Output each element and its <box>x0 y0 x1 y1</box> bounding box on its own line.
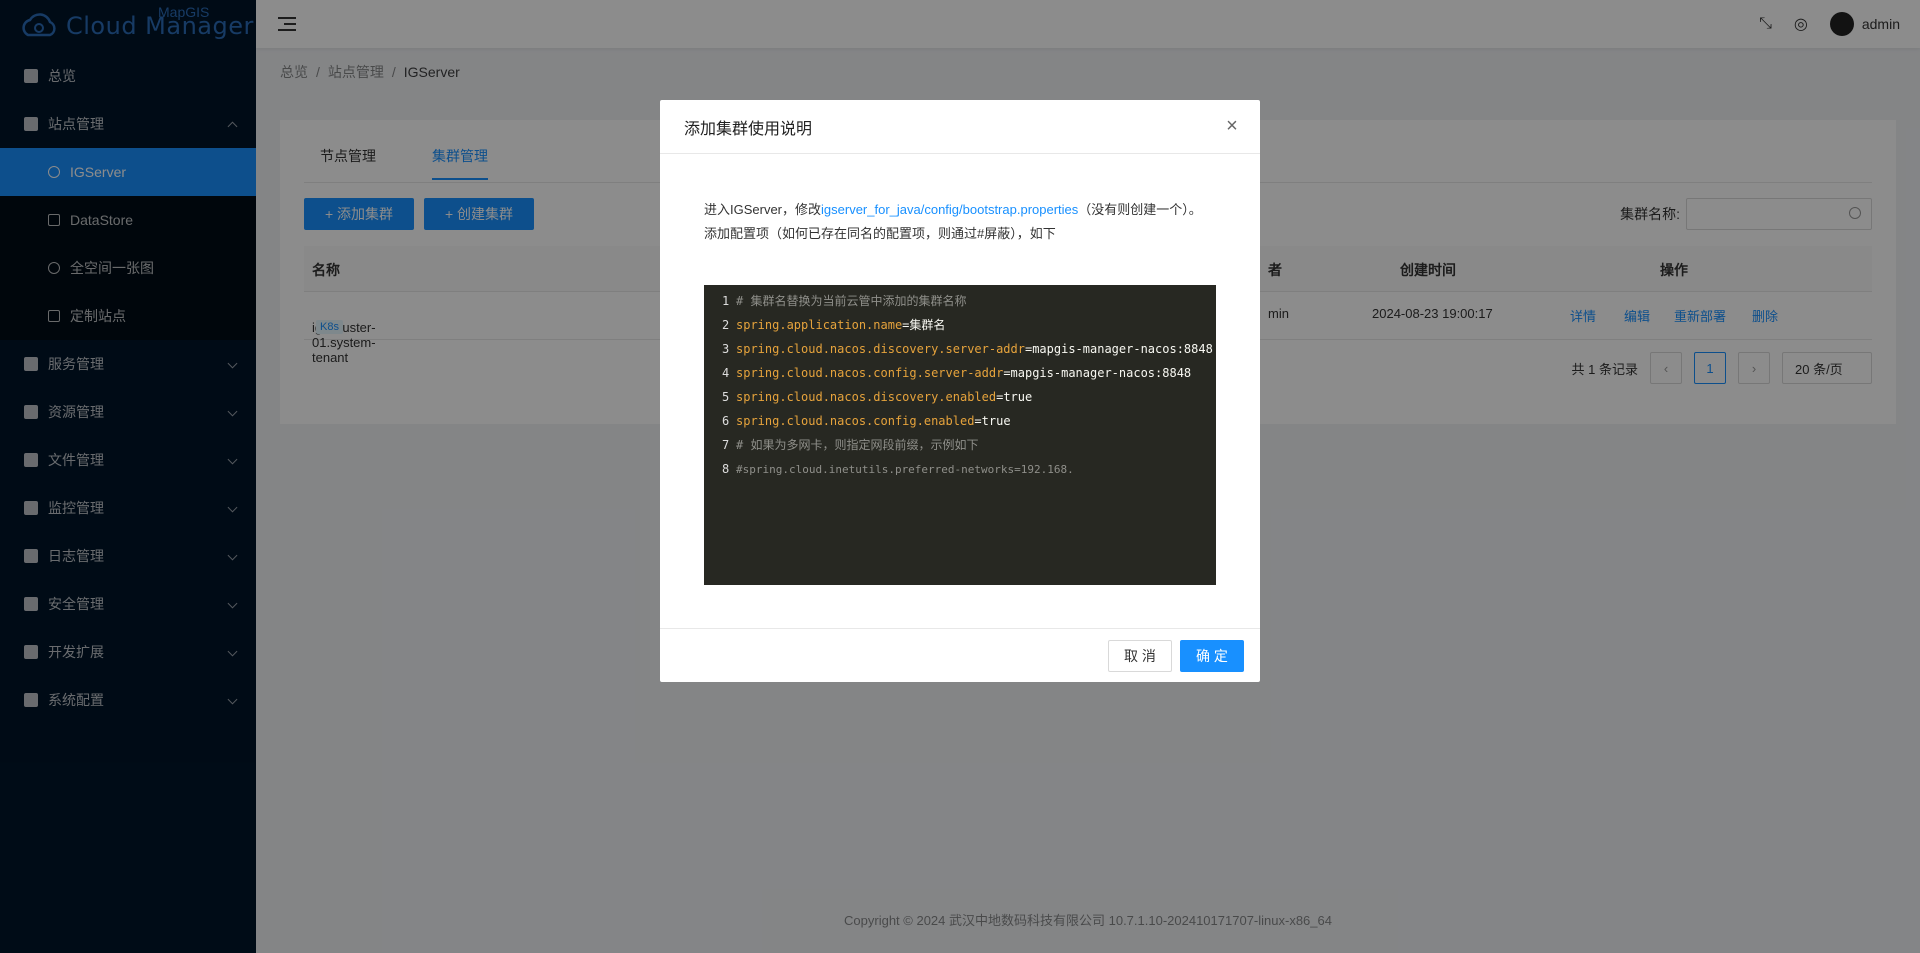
modal-instructions: 进入IGServer，修改igserver_for_java/config/bo… <box>704 198 1216 246</box>
code-line: 1 # 集群名替换为当前云管中添加的集群名称 <box>722 294 967 308</box>
code-line: 8 #spring.cloud.inetutils.preferred-netwo… <box>722 462 1074 476</box>
modal-header: 添加集群使用说明 × <box>660 100 1260 154</box>
code-line: 6 spring.cloud.nacos.config.enabled=true <box>722 414 1011 428</box>
cancel-button[interactable]: 取 消 <box>1108 640 1172 672</box>
add-cluster-help-modal: 添加集群使用说明 × 进入IGServer，修改igserver_for_jav… <box>660 100 1260 682</box>
code-line: 4 spring.cloud.nacos.config.server-addr=m… <box>722 366 1192 380</box>
confirm-button[interactable]: 确 定 <box>1180 640 1244 672</box>
close-icon[interactable]: × <box>1222 116 1242 136</box>
intro-prefix: 进入IGServer，修改 <box>704 202 822 217</box>
intro-line2: 添加配置项（如何已存在同名的配置项，则通过#屏蔽），如下 <box>704 226 1056 241</box>
code-line: 7 # 如果为多网卡，则指定网段前缀，示例如下 <box>722 438 979 452</box>
code-block[interactable]: 1 # 集群名替换为当前云管中添加的集群名称 2 spring.applicatio… <box>704 285 1216 585</box>
code-line: 2 spring.application.name=集群名 <box>722 318 946 332</box>
code-line: 3 spring.cloud.nacos.discovery.server-add… <box>722 342 1213 356</box>
config-file-link[interactable]: igserver_for_java/config/bootstrap.prope… <box>821 202 1078 217</box>
intro-suffix: （没有则创建一个）。 <box>1078 202 1202 217</box>
modal-footer: 取 消 确 定 <box>660 628 1260 682</box>
code-line: 5 spring.cloud.nacos.discovery.enabled=tr… <box>722 390 1033 404</box>
modal-title: 添加集群使用说明 <box>684 120 813 138</box>
